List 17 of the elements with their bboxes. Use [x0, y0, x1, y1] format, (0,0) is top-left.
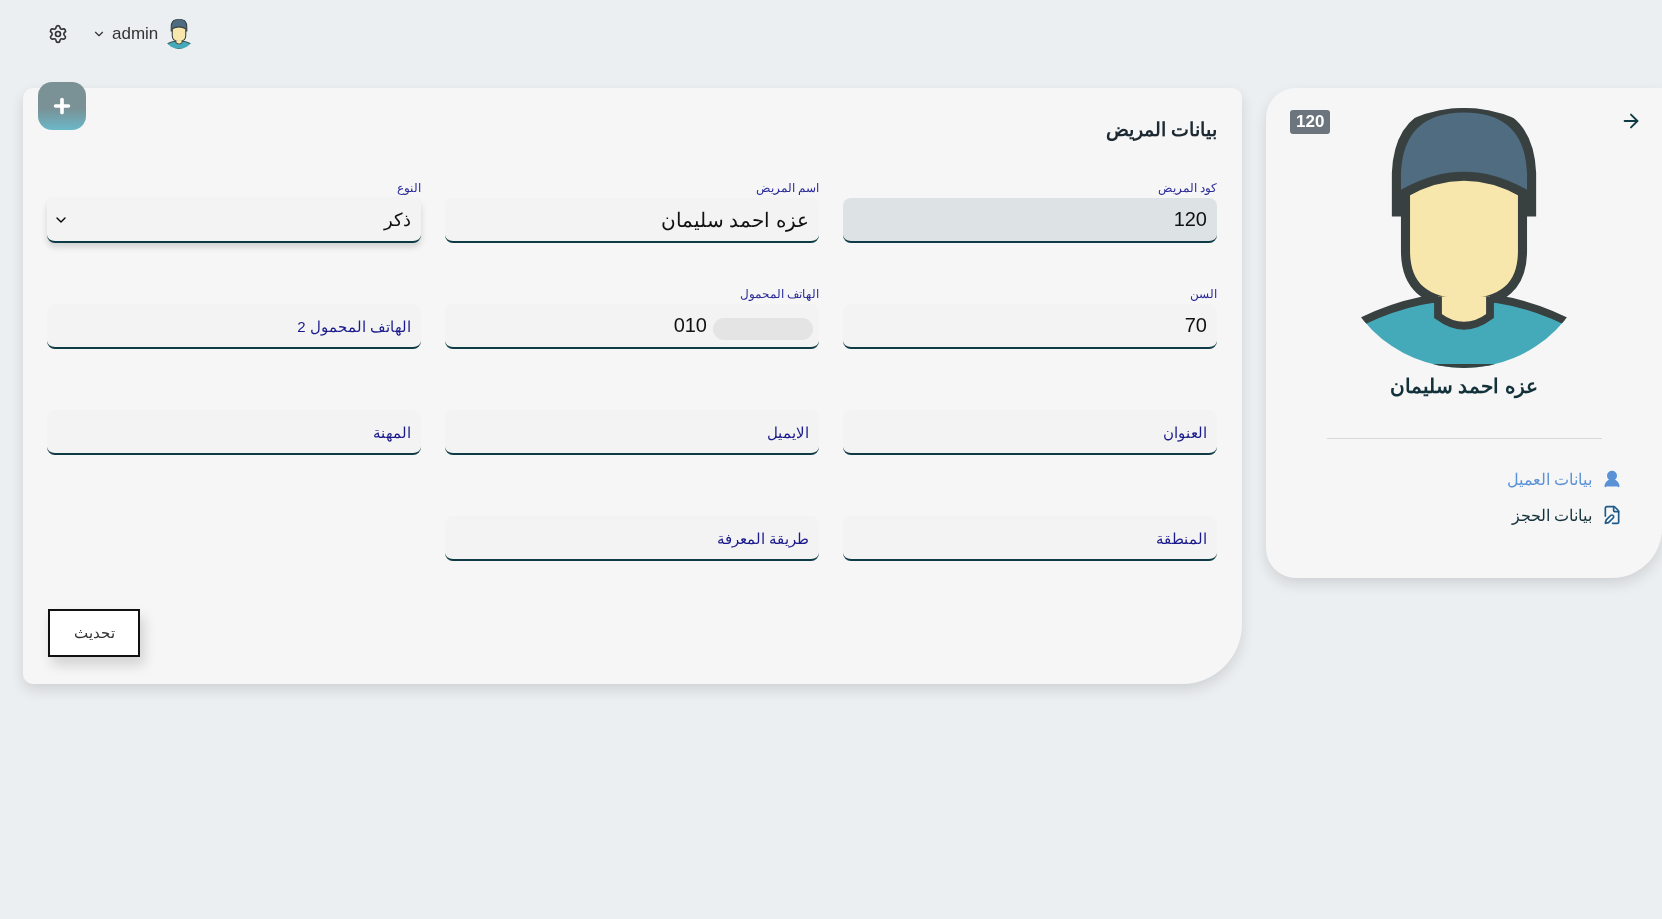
field-label: النوع [397, 181, 421, 197]
gender-select[interactable]: ذكر [47, 198, 421, 243]
patient-name: عزه احمد سليمان [1389, 374, 1539, 398]
file-edit-icon [1602, 505, 1622, 525]
settings-icon[interactable] [48, 24, 68, 44]
patient-code-badge: 120 [1290, 110, 1331, 134]
form-title: بيانات المريض [1104, 118, 1217, 141]
profile-link[interactable]: بيانات الحجز [1511, 505, 1622, 525]
update-button[interactable]: تحديث [48, 609, 140, 657]
user-name[interactable]: admin [112, 24, 159, 44]
plus-icon [51, 95, 73, 117]
field-label: اسم المريض [755, 181, 819, 197]
user-icon [1602, 469, 1622, 489]
field-label: السن [1190, 287, 1217, 303]
add-button[interactable] [38, 82, 86, 130]
field-label: الهاتف المحمول [739, 287, 819, 303]
field-label: كود المريض [1157, 181, 1217, 197]
